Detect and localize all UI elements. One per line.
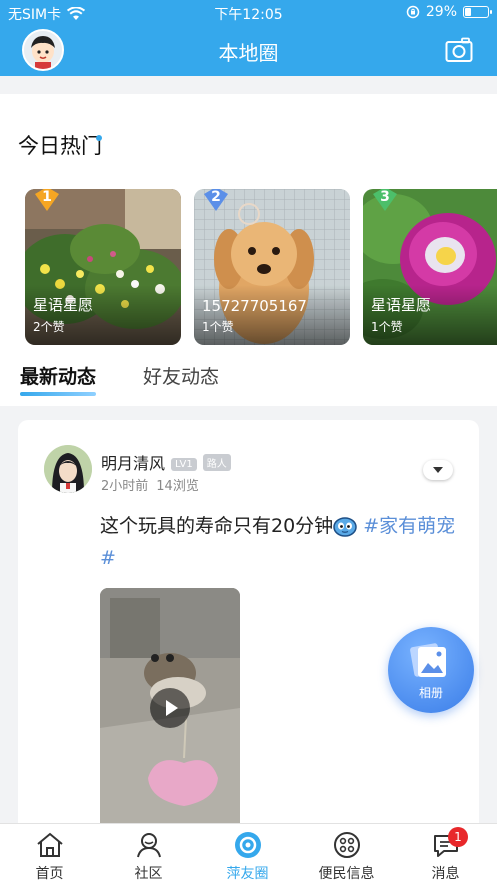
community-icon: [136, 833, 161, 858]
circle-icon: [234, 832, 261, 858]
page-title: 本地圈: [218, 41, 279, 65]
nav-label: 萍友圈: [226, 866, 269, 882]
post-meta: 2小时前 14浏览: [101, 475, 199, 494]
post-more-button[interactable]: [423, 460, 453, 480]
nav-circle[interactable]: 萍友圈: [198, 824, 297, 883]
post-time: 2小时前: [101, 479, 149, 494]
card-likes: 1个赞: [371, 320, 403, 334]
bottom-nav: 首页 社区 萍友圈 便民信息 1 消息: [0, 823, 497, 883]
battery-percent: 29%: [425, 4, 457, 20]
post-video[interactable]: [100, 588, 240, 840]
nav-community[interactable]: 社区: [99, 824, 198, 883]
nav-label: 便民信息: [318, 866, 375, 882]
title-dot-icon: [96, 135, 102, 141]
rank-badge: 2: [202, 189, 230, 213]
card-name: 星语星愿: [371, 296, 432, 314]
message-badge: 1: [448, 827, 468, 847]
hot-card-1[interactable]: 1 星语星愿 2个赞: [25, 189, 181, 345]
hot-section: 今日热门 1 星语星愿 2个赞 2 15727705167 1个赞 3 星语星愿…: [0, 94, 497, 406]
nav-messages[interactable]: 1 消息: [396, 824, 495, 883]
status-bar: 无SIM卡 下午12:05 29%: [0, 0, 497, 24]
info-icon: [333, 832, 360, 858]
card-name: 星语星愿: [33, 296, 94, 314]
hot-card-2[interactable]: 2 15727705167 1个赞: [194, 189, 350, 345]
nav-info[interactable]: 便民信息: [297, 824, 396, 883]
album-label: 相册: [418, 686, 443, 700]
header: 本地圈: [0, 24, 497, 76]
home-icon: [36, 832, 63, 857]
avatar-image: [44, 445, 92, 493]
post-author-name[interactable]: 明月清风 LV1 路人: [101, 450, 231, 474]
nav-label: 消息: [431, 866, 460, 882]
card-shade: [194, 285, 350, 345]
shy-face-emoji-icon: [333, 516, 357, 537]
rank-badge: 1: [33, 189, 61, 213]
album-button[interactable]: 相册: [388, 627, 474, 713]
nav-label: 首页: [35, 866, 64, 882]
orientation-lock-icon: [406, 5, 420, 19]
camera-icon[interactable]: [445, 37, 473, 63]
nav-label: 社区: [134, 866, 163, 882]
card-likes: 2个赞: [33, 320, 65, 334]
nav-home[interactable]: 首页: [0, 824, 99, 883]
tab-friends[interactable]: 好友动态: [143, 362, 219, 389]
play-icon[interactable]: [150, 688, 190, 728]
card-name: 15727705167: [202, 297, 307, 315]
post-text: 这个玩具的寿命只有20分钟 #家有萌宠#: [100, 515, 456, 569]
role-badge: 路人: [202, 454, 231, 471]
section-title: 今日热门: [18, 134, 102, 158]
battery-icon: [463, 6, 492, 18]
tab-latest[interactable]: 最新动态: [20, 362, 97, 396]
rank-badge: 3: [371, 189, 399, 213]
feed-tabs: 最新动态 好友动态: [0, 362, 497, 406]
post-views: 14浏览: [156, 479, 199, 494]
level-badge: LV1: [171, 458, 197, 471]
post-author-avatar[interactable]: [44, 445, 92, 493]
card-likes: 1个赞: [202, 320, 234, 334]
hot-card-3[interactable]: 3 星语星愿 1个赞: [363, 189, 497, 345]
